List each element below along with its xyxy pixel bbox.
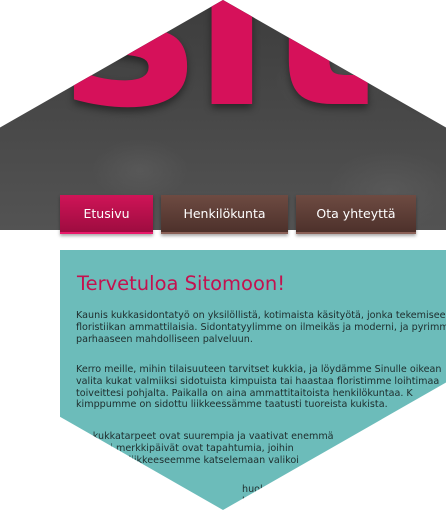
site-logo[interactable]: sito <box>60 0 446 140</box>
paragraph-line: huolehdimme k <box>242 484 317 495</box>
paragraph-line: kukkalähe <box>242 495 291 507</box>
paragraph-line: Kerro meille, mihin tilaisuuteen tarvits… <box>76 364 442 375</box>
paragraph-line: tervetuloa liikkeeseemme katselemaan val… <box>76 454 299 466</box>
events-paragraph: Jos kukkatarpeet ovat suurempia ja vaati… <box>76 431 446 466</box>
paragraph-line: toiveittesi pohjalta. Paikalla on aina a… <box>76 387 413 399</box>
nav-item-ota-yhteytta[interactable]: Ota yhteyttä <box>296 195 416 234</box>
paragraph-line: Kaunis kukkasidontatyö on yksilöllistä, … <box>76 310 446 321</box>
paragraph-line: parhaaseen mahdolliseen palveluun. <box>76 333 253 345</box>
paragraph-line: valita kukat valmiiksi sidotuista kimpui… <box>76 375 440 387</box>
paragraph-line: Jos kukkatarpeet ovat suurempia ja vaati… <box>76 431 334 442</box>
nav-item-henkilokunta[interactable]: Henkilökunta <box>161 195 288 234</box>
content-panel: Tervetuloa Sitomoon! Kaunis kukkasidonta… <box>60 250 446 510</box>
service-paragraph: Kerro meille, mihin tilaisuuteen tarvits… <box>76 364 446 411</box>
intro-paragraph: Kaunis kukkasidontatyö on yksilöllistä, … <box>76 310 446 345</box>
paragraph-line: floristiikan ammattilaisia. Sidontatyyli… <box>76 321 446 333</box>
page-title: Tervetuloa Sitomoon! <box>77 272 286 295</box>
paragraph-line: häät tai merkkipäivät ovat tapahtumia, j… <box>76 442 294 454</box>
nav-item-etusivu[interactable]: Etusivu <box>60 195 153 234</box>
paragraph-line: kimppumme on sidottu liikkeessämme taatu… <box>76 399 388 411</box>
closing-paragraph: huolehdimme k kukkalähe <box>242 484 446 508</box>
hexagon-frame: sito Etusivu Henkilökunta Ota yhteyttä T… <box>0 0 446 510</box>
main-nav: Etusivu Henkilökunta Ota yhteyttä <box>0 195 446 234</box>
